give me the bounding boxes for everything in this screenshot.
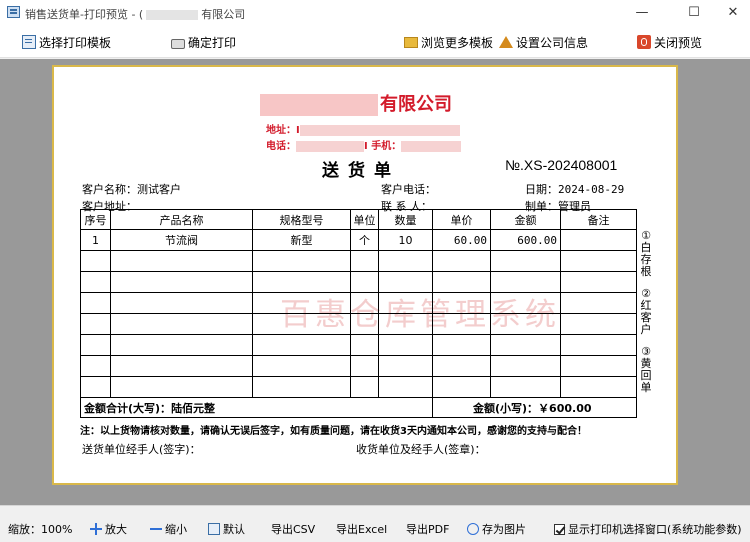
close-preview-label: 关闭预览	[654, 35, 703, 50]
window-title-suffix: 有限公司	[201, 8, 246, 21]
export-pdf-button[interactable]: 导出PDF	[406, 521, 449, 537]
table-cell: 个	[350, 229, 379, 251]
browse-templates-button[interactable]: 浏览更多模板	[404, 34, 493, 50]
table-cell: 新型	[252, 229, 351, 251]
export-csv-button[interactable]: 导出CSV	[271, 521, 315, 537]
redacted-block	[260, 94, 378, 116]
default-zoom-button[interactable]: 默认	[208, 521, 245, 537]
redacted-block	[146, 10, 199, 20]
copy-yellow-receipt: ③黄回单	[640, 345, 652, 394]
column-header: 产品名称	[110, 209, 253, 230]
table-row-empty	[80, 334, 637, 356]
close-preview-button[interactable]: 关闭预览	[637, 34, 702, 50]
document-title: 送货单	[322, 161, 400, 181]
column-header: 单价	[432, 209, 491, 230]
column-header: 规格型号	[252, 209, 351, 230]
export-excel-button[interactable]: 导出Excel	[336, 521, 387, 537]
table-cell: 1	[80, 229, 111, 251]
minimize-button[interactable]: —	[627, 3, 657, 23]
confirm-print-label: 确定打印	[188, 35, 237, 50]
table-row-empty	[80, 376, 637, 398]
table-row-empty	[80, 313, 637, 335]
table-row-empty	[80, 271, 637, 293]
folder-icon	[404, 36, 418, 48]
show-printer-dialog-checkbox[interactable]: 显示打印机选择窗口(系统功能参数)	[554, 521, 742, 537]
title-bar: 销售送货单-打印预览 - ( 有限公司 — ☐ ✕	[0, 0, 750, 26]
table-cell: 600.00	[490, 229, 561, 251]
document-date: 日期：2024-08-29	[525, 183, 625, 196]
table-cell: 节流阀	[110, 229, 253, 251]
plus-icon	[90, 523, 102, 535]
power-icon	[637, 35, 651, 49]
table-row-empty	[80, 250, 637, 272]
save-image-button[interactable]: 存为图片	[467, 521, 526, 537]
table-row-empty	[80, 355, 637, 377]
toolbar: 选择打印模板 确定打印 浏览更多模板 设置公司信息 关闭预览	[0, 26, 750, 58]
redacted-block	[401, 140, 462, 152]
status-bar: 缩放：100% 放大 缩小 默认 导出CSV 导出Excel 导出PDF 存为图…	[0, 505, 750, 542]
company-address: 地址：I	[266, 121, 460, 136]
zoom-level: 缩放：100%	[8, 523, 73, 536]
column-header: 单位	[350, 209, 379, 230]
select-template-label: 选择打印模板	[39, 35, 112, 50]
company-phone: 电话： I 手机：	[266, 137, 462, 152]
items-table: 序号 产品名称 规格型号 单位 数量 单价 金额 备注 1 节流阀 新型 个 1…	[80, 209, 637, 418]
column-header: 序号	[80, 209, 111, 230]
close-button[interactable]: ✕	[718, 3, 748, 23]
table-row: 1 节流阀 新型 个 10 60.00 600.00	[80, 229, 637, 251]
company-name: 有限公司	[260, 90, 480, 116]
app-icon	[7, 6, 20, 18]
redacted-block	[296, 140, 364, 152]
home-icon	[499, 36, 513, 48]
browse-templates-label: 浏览更多模板	[421, 35, 494, 50]
delivery-note-page: 有限公司 地址：I 电话： I 手机： 送货单 №.XS-202408001 客户…	[52, 65, 678, 485]
column-header: 金额	[490, 209, 561, 230]
table-row-empty	[80, 292, 637, 314]
total-lower: 金额(小写)：￥600.00	[432, 397, 637, 418]
confirm-print-button[interactable]: 确定打印	[171, 34, 236, 50]
document-note: 注：以上货物请核对数量，请确认无误后签字，如有质量问题，请在收货3天内通知本公司…	[80, 426, 587, 437]
total-upper: 金额合计(大写)：陆佰元整	[80, 397, 433, 418]
column-header: 备注	[560, 209, 637, 230]
window-title-prefix: 销售送货单-打印预览 - (	[25, 8, 144, 21]
printer-icon	[171, 38, 185, 49]
page-icon	[208, 523, 220, 535]
customer-name: 客户名称：测试客户	[82, 183, 181, 196]
checkbox-checked-icon[interactable]	[554, 523, 565, 535]
customer-phone: 客户电话：	[381, 183, 436, 196]
table-cell: 10	[378, 229, 433, 251]
template-icon	[22, 35, 36, 49]
zoom-in-button[interactable]: 放大	[90, 521, 127, 537]
total-row: 金额合计(大写)：陆佰元整 金额(小写)：￥600.00	[80, 397, 637, 418]
preview-area[interactable]: 有限公司 地址：I 电话： I 手机： 送货单 №.XS-202408001 客户…	[0, 59, 750, 505]
document-number: №.XS-202408001	[505, 157, 618, 173]
maximize-button[interactable]: ☐	[679, 3, 709, 23]
redacted-block	[299, 124, 460, 136]
copy-red-customer: ②红客户	[640, 287, 652, 336]
minus-icon	[150, 523, 162, 535]
zoom-out-button[interactable]: 缩小	[150, 521, 187, 537]
column-header: 数量	[378, 209, 433, 230]
copy-white-stub: ①白存根	[640, 229, 652, 278]
sender-signature: 送货单位经手人(签字)：	[82, 443, 201, 456]
set-company-button[interactable]: 设置公司信息	[499, 34, 588, 50]
receiver-signature: 收货单位及经手人(签章)：	[356, 443, 486, 456]
table-cell: 60.00	[432, 229, 491, 251]
select-template-button[interactable]: 选择打印模板	[22, 34, 111, 50]
table-cell	[560, 229, 637, 251]
set-company-label: 设置公司信息	[516, 35, 589, 50]
table-header-row: 序号 产品名称 规格型号 单位 数量 单价 金额 备注	[80, 209, 637, 230]
window-title: 销售送货单-打印预览 - ( 有限公司	[25, 6, 245, 22]
image-icon	[467, 523, 479, 535]
